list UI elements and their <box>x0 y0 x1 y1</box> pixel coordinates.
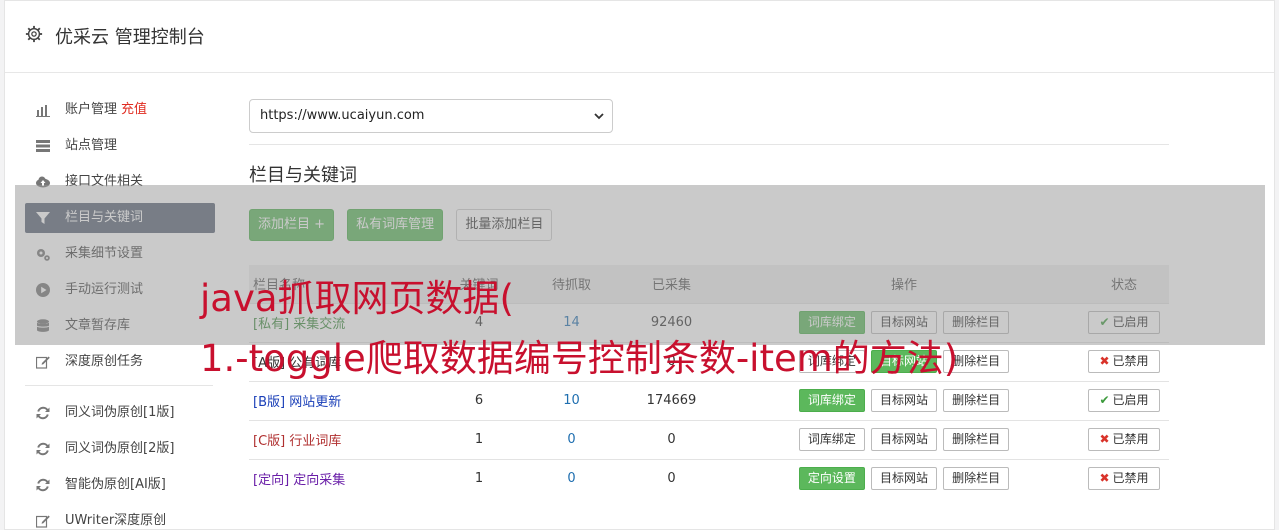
recharge-link[interactable]: 充值 <box>121 102 147 117</box>
sidebar-item-label: 同义词伪原创[2版] <box>65 441 175 456</box>
check-icon: ✔ <box>1099 393 1110 407</box>
table-row: [C版] 行业词库 1 0 0 词库绑定 目标网站 删除栏目 ✖ 已禁用 <box>249 419 1169 459</box>
sidebar-item-uwriter[interactable]: UWriter深度原创 <box>25 506 215 530</box>
pending-count[interactable]: 0 <box>529 419 614 459</box>
target-site-button[interactable]: 目标网站 <box>870 428 937 451</box>
refresh-icon <box>36 442 50 456</box>
collected-count: 0 <box>614 458 729 498</box>
status-toggle[interactable]: ✖ 已禁用 <box>1088 350 1160 373</box>
overlay-title-line1: java抓取网页数据( <box>200 277 514 320</box>
collected-count: 0 <box>614 419 729 459</box>
delete-column-button[interactable]: 删除栏目 <box>943 467 1010 491</box>
sidebar-item-synonym-v1[interactable]: 同义词伪原创[1版] <box>25 398 215 428</box>
bind-lexicon-button[interactable]: 词库绑定 <box>798 389 865 412</box>
status-label: 已禁用 <box>1112 471 1149 486</box>
page-title: 栏目与关键词 <box>249 165 357 186</box>
sidebar-item-label: 账户管理 <box>65 102 118 117</box>
target-site-button[interactable]: 目标网站 <box>870 389 937 412</box>
delete-column-button[interactable]: 删除栏目 <box>943 428 1010 451</box>
category-link[interactable]: [C版] 行业词库 <box>253 434 341 449</box>
bind-lexicon-button[interactable]: 词库绑定 <box>798 428 865 451</box>
category-link[interactable]: [定向] 定向采集 <box>253 473 345 488</box>
header: 优采云 管理控制台 <box>5 1 1274 73</box>
main-content: https://www.ucaiyun.com 栏目与关键词 添加栏目 + 私有… <box>249 99 1169 498</box>
edit-icon <box>36 356 50 369</box>
site-select[interactable]: https://www.ucaiyun.com <box>249 99 613 133</box>
sidebar-item-label: 站点管理 <box>65 138 118 153</box>
close-icon: ✖ <box>1099 432 1110 446</box>
section-divider <box>249 144 1169 145</box>
app-title: 优采云 管理控制台 <box>55 27 205 48</box>
close-icon: ✖ <box>1099 471 1110 486</box>
keyword-count: 1 <box>429 419 529 459</box>
site-select-value: https://www.ucaiyun.com <box>260 108 425 123</box>
sidebar-item-label: UWriter深度原创 <box>65 513 167 528</box>
status-toggle[interactable]: ✖ 已禁用 <box>1088 467 1160 491</box>
status-toggle[interactable]: ✔已启用 <box>1088 389 1160 412</box>
table-row: [B版] 网站更新 6 10 174669 词库绑定 目标网站 删除栏目 ✔ 已启… <box>249 380 1169 420</box>
directed-settings-button[interactable]: 定向设置 <box>798 467 865 491</box>
status-label: 已禁用 <box>1112 432 1149 446</box>
chevron-down-icon <box>594 113 604 120</box>
pending-count[interactable]: 10 <box>529 380 614 420</box>
sidebar-item-smart-ai[interactable]: 智能伪原创[AI版] <box>25 470 215 500</box>
sidebar-item-sites[interactable]: 站点管理 <box>25 131 215 161</box>
sidebar-item-label: 智能伪原创[AI版] <box>65 477 166 492</box>
category-link[interactable]: [B版] 网站更新 <box>253 395 341 410</box>
sidebar-divider <box>25 385 213 386</box>
bar-chart-icon <box>36 105 50 117</box>
pending-count[interactable]: 0 <box>529 458 614 498</box>
sidebar-item-deep-original[interactable]: 深度原创任务 <box>25 347 215 377</box>
server-icon <box>36 140 50 152</box>
status-toggle[interactable]: ✖ 已禁用 <box>1088 428 1160 451</box>
refresh-icon <box>36 406 50 420</box>
keyword-count: 1 <box>429 458 529 498</box>
refresh-icon <box>36 478 50 492</box>
status-label: 已启用 <box>1112 393 1149 407</box>
edit-icon <box>36 515 50 528</box>
target-site-button[interactable]: 目标网站 <box>870 467 937 491</box>
sidebar-item-account[interactable]: 账户管理 充值 <box>25 95 215 125</box>
keyword-count: 6 <box>429 380 529 420</box>
collected-count: 174669 <box>614 380 729 420</box>
sidebar-item-synonym-v2[interactable]: 同义词伪原创[2版] <box>25 434 215 464</box>
close-icon: ✖ <box>1099 354 1110 368</box>
sidebar-item-label: 深度原创任务 <box>65 354 144 369</box>
overlay-title-line2: 1.-toggle爬取数据编号控制条数-item的方法) <box>200 337 959 380</box>
delete-column-button[interactable]: 删除栏目 <box>943 389 1010 412</box>
sidebar-item-label: 同义词伪原创[1版] <box>65 405 175 420</box>
gear-icon <box>25 25 43 43</box>
status-label: 已禁用 <box>1112 354 1149 368</box>
table-row: [定向] 定向采集 1 0 0 定向设置 目标网站 删除栏目 ✖ 已禁用 <box>249 458 1169 498</box>
